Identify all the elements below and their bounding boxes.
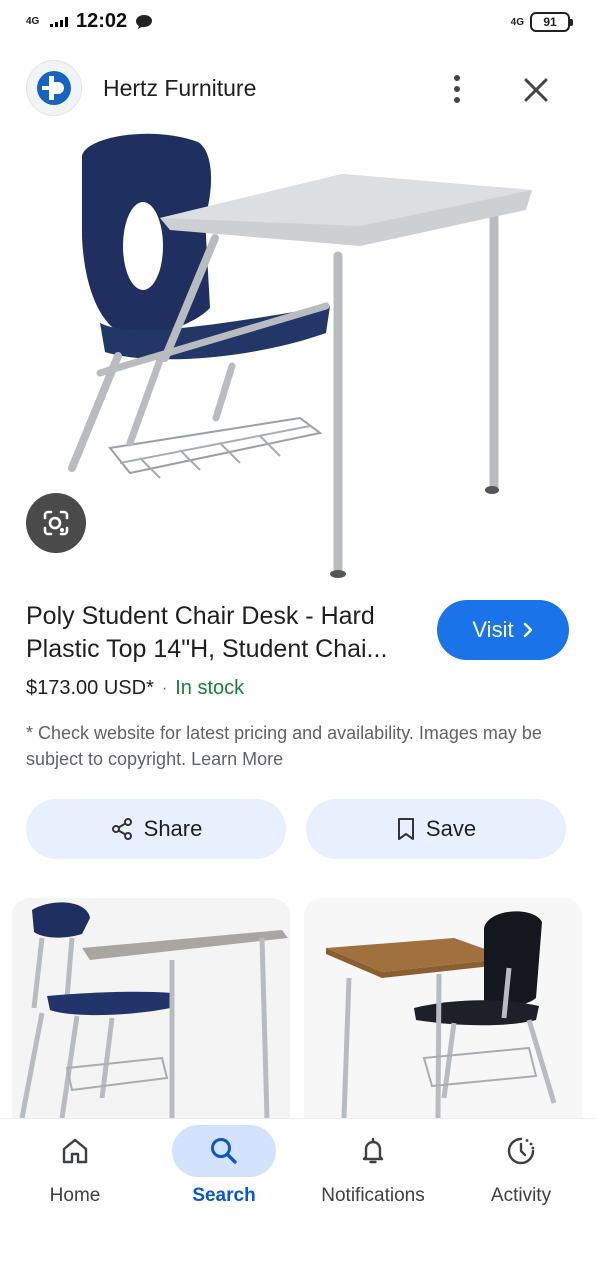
site-name[interactable]: Hertz Furniture <box>103 75 256 102</box>
network-type-label: 4G <box>26 16 40 27</box>
nav-activity-icon-wrap <box>469 1125 573 1177</box>
visit-button[interactable]: Visit <box>437 600 569 660</box>
separator-dot: · <box>161 679 168 697</box>
nav-home-label: Home <box>49 1185 101 1206</box>
nav-notifications-label: Notifications <box>321 1185 425 1206</box>
product-title[interactable]: Poly Student Chair Desk - Hard Plastic T… <box>26 600 426 666</box>
home-icon <box>62 1138 88 1164</box>
share-label: Share <box>143 816 203 841</box>
share-icon <box>111 818 132 840</box>
status-right: 4G 91 <box>510 12 573 32</box>
save-button[interactable]: Save <box>306 799 566 859</box>
pricing-disclaimer[interactable]: * Check website for latest pricing and a… <box>26 720 566 772</box>
related-chair-desk-image <box>304 898 582 1118</box>
status-left: 4G 12:02 <box>26 10 153 33</box>
nav-home-icon-wrap <box>23 1125 127 1177</box>
related-chair-desk-image <box>12 898 290 1118</box>
visit-label: Visit <box>472 617 514 642</box>
nav-notifications[interactable]: Notifications <box>308 1125 438 1225</box>
message-icon <box>136 14 153 29</box>
chevron-right-icon <box>523 622 532 638</box>
nav-activity-label: Activity <box>490 1185 552 1206</box>
nav-home[interactable]: Home <box>10 1125 140 1225</box>
share-button[interactable]: Share <box>26 799 286 859</box>
price-row: $173.00 USD* · In stock <box>26 677 244 700</box>
nav-search-label: Search <box>192 1185 256 1206</box>
hertz-logo-icon[interactable] <box>26 60 82 116</box>
stock-status: In stock <box>175 677 245 699</box>
lens-search-button[interactable] <box>26 493 86 553</box>
related-image-card[interactable] <box>304 898 582 1118</box>
google-lens-icon <box>43 510 69 536</box>
source-header: Hertz Furniture <box>0 60 596 118</box>
chair-desk-illustration <box>68 133 532 578</box>
hertz-logo-mark <box>37 71 71 105</box>
product-image[interactable] <box>0 128 596 586</box>
search-icon <box>211 1138 237 1164</box>
save-label: Save <box>425 816 477 841</box>
activity-icon <box>507 1137 535 1165</box>
battery-icon: 91 <box>530 12 573 32</box>
bookmark-icon <box>397 818 414 840</box>
battery-level: 91 <box>543 15 557 29</box>
status-bar: 4G 12:02 4G 91 <box>0 0 596 46</box>
price: $173.00 USD* <box>26 677 154 699</box>
more-vert-icon[interactable] <box>440 70 474 108</box>
close-icon[interactable] <box>516 70 556 110</box>
nav-search[interactable]: Search <box>159 1125 289 1225</box>
related-image-card[interactable] <box>12 898 290 1118</box>
bottom-navigation: Home Search Notifications Activity <box>0 1118 596 1280</box>
nav-search-icon-wrap <box>172 1125 276 1177</box>
signal-icon <box>50 16 68 27</box>
nav-notifications-icon-wrap <box>321 1125 425 1177</box>
clock: 12:02 <box>76 10 128 32</box>
network-type-right: 4G <box>510 16 524 28</box>
bell-icon <box>362 1137 384 1164</box>
nav-activity[interactable]: Activity <box>456 1125 586 1225</box>
